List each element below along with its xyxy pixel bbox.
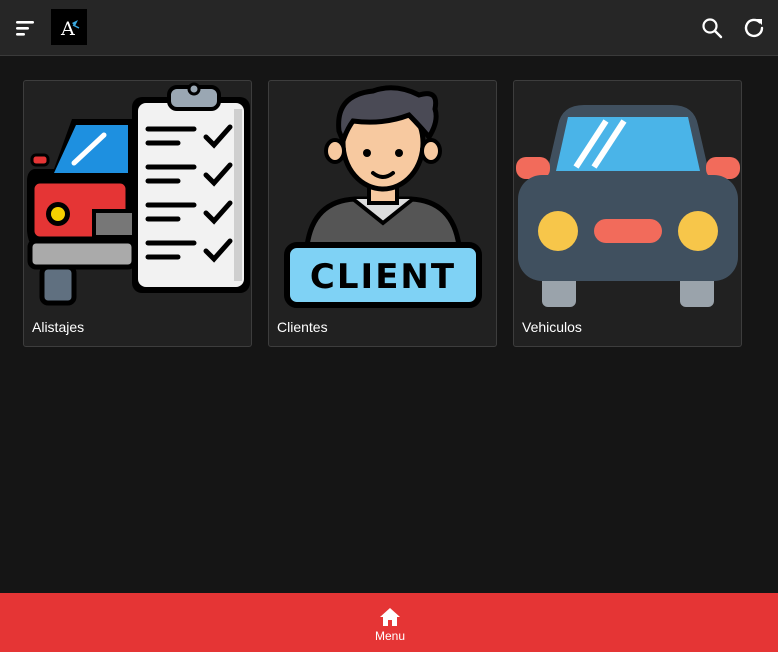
bottom-navigation: Menu [0,593,778,652]
card-label: Clientes [277,319,328,335]
client-illustration: CLIENT [284,85,482,308]
card-vehiculos[interactable]: Vehiculos [513,80,742,347]
main-content: Alistajes CLIENT Clientes Vehiculos [0,56,778,593]
menu-label: Menu [374,629,406,643]
client-sign-text: CLIENT [310,257,456,297]
top-bar: A [0,0,778,56]
logo-letter: A [60,18,75,40]
refresh-button[interactable] [741,15,767,41]
card-label: Vehiculos [522,319,582,335]
hamburger-menu-button[interactable] [12,16,38,40]
card-label: Alistajes [32,319,85,335]
menu-nav-button[interactable]: Menu [355,593,425,652]
refresh-icon [744,18,764,38]
app-logo[interactable]: A [51,9,87,45]
car-front-illustration [516,105,740,307]
hamburger-icon [16,21,34,36]
card-alistajes[interactable]: Alistajes [23,80,252,347]
search-button[interactable] [700,16,724,40]
search-icon [702,18,723,39]
card-clientes[interactable]: CLIENT Clientes [268,80,497,347]
home-icon [380,608,400,626]
car-checklist-illustration [27,82,250,306]
